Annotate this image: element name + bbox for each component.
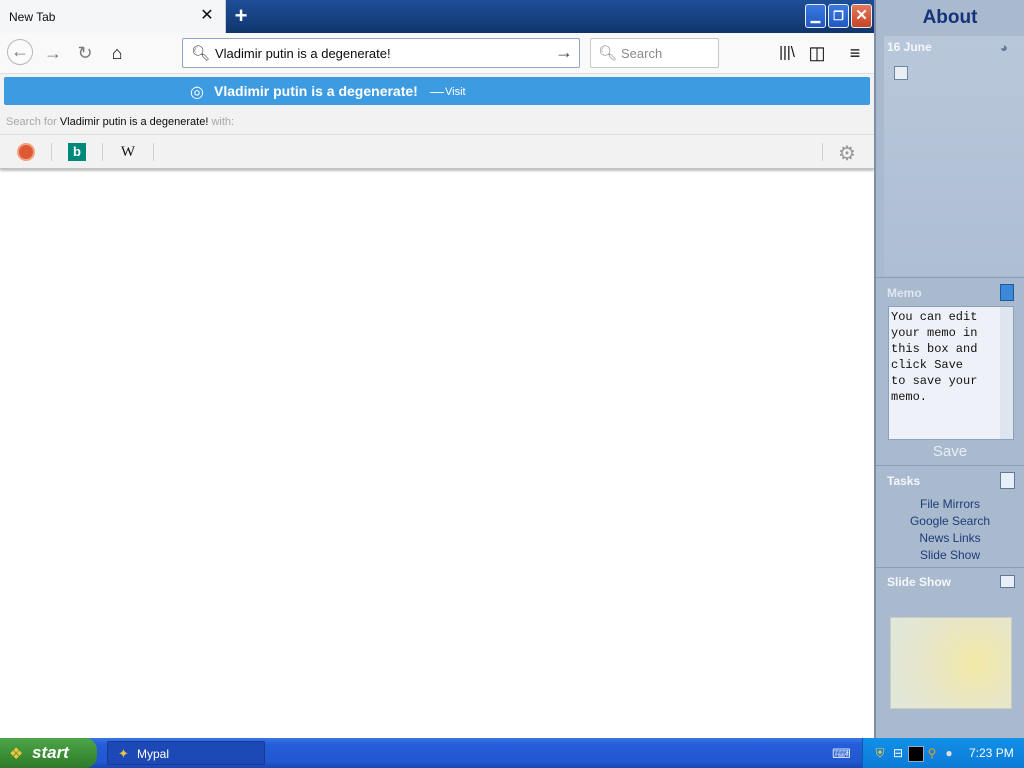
maximize-button[interactable]: ❐ [828,4,849,28]
system-tray: ⛨ ⊟ ⚲ ● 7:23 PM [862,738,1024,768]
suggestion-text: Vladimir putin is a degenerate! [214,83,418,99]
keyboard-icon[interactable]: ⌨ [832,746,851,762]
go-arrow-icon[interactable]: → [555,42,573,63]
memo-scrollbar[interactable] [1000,307,1013,439]
reload-button[interactable]: ↻ [73,41,97,65]
tab-close-icon[interactable]: ✕ [199,8,215,24]
task-link-news-links[interactable]: News Links [876,531,1024,545]
search-icon: 🔍︎ [598,45,618,62]
task-link-google-search[interactable]: Google Search [876,514,1024,528]
magnifier-icon[interactable]: ⚲ [925,746,939,760]
library-button[interactable]: |||\ [775,41,799,65]
back-button[interactable]: ← [7,39,33,65]
title-bar: New Tab ✕ + ▁ ❐ ✕ [0,0,874,33]
gear-icon[interactable]: ⚙ [838,141,856,166]
search-for-prefix: Search for [6,116,57,128]
divider [102,143,103,161]
divider [876,465,1024,466]
close-window-button[interactable]: ✕ [851,4,872,28]
navigation-toolbar: ← → ↻ ⌂ 🔍︎ Vladimir putin is a degenerat… [0,33,874,74]
suggestion-action: Visit [445,86,466,98]
memo-save-button[interactable]: Save [876,443,1024,460]
tab-new-tab[interactable]: New Tab ✕ [0,0,226,33]
tab-title: New Tab [9,10,56,24]
forward-button[interactable]: → [41,41,65,65]
bing-icon[interactable]: b [68,143,86,161]
suggestion-dash: — [430,83,444,99]
sidebar-title[interactable]: About [876,0,1024,36]
calendar-date: 16 June [887,40,932,54]
globe-icon[interactable]: ◕ [1000,40,1008,55]
divider [876,277,1024,278]
task-link-slide-show[interactable]: Slide Show [876,548,1024,562]
tasks-icon[interactable] [1000,472,1015,489]
desktop-sidebar: About 16 June ◕ Memo You can edit your m… [874,0,1024,738]
start-label: start [32,743,69,762]
url-bar[interactable]: 🔍︎ Vladimir putin is a degenerate! → [182,38,580,68]
start-button[interactable]: ❖ start [0,738,97,768]
divider [876,567,1024,568]
taskbar: ❖ start ✦ Mypal ⌨ ⛨ ⊟ ⚲ ● 7:23 PM [0,738,1024,768]
minimize-button[interactable]: ▁ [805,4,826,28]
console-icon[interactable] [908,746,924,762]
wikipedia-icon[interactable]: W [119,143,137,161]
search-placeholder: Search [621,46,663,61]
menu-button[interactable]: ≡ [843,41,867,65]
search-icon: 🔍︎ [191,45,211,62]
url-suggestion-popup: ◎ Vladimir putin is a degenerate! — Visi… [0,74,874,169]
divider [153,143,154,161]
calendar-panel: 16 June ◕ [884,36,1024,276]
search-for-term: Vladimir putin is a degenerate! [59,116,209,128]
search-engine-bar: b W ⚙ [0,134,874,169]
volume-icon[interactable]: ● [942,746,956,760]
slideshow-title: Slide Show [887,575,952,589]
globe-icon: ◎ [190,84,204,101]
network-icon[interactable]: ⊟ [891,746,905,760]
memo-textarea[interactable]: You can edit your memo in this box and c… [888,306,1014,440]
new-tab-button[interactable]: + [231,5,251,27]
tasks-title: Tasks [887,474,921,488]
image-placeholder-icon [894,66,908,80]
divider [51,143,52,161]
search-for-suffix: with: [211,116,235,128]
suggestion-row[interactable]: ◎ Vladimir putin is a degenerate! — Visi… [4,77,870,105]
taskbar-window-button[interactable]: ✦ Mypal [107,741,265,765]
window-button-label: Mypal [137,747,170,761]
memo-title: Memo [887,286,922,300]
task-link-file-mirrors[interactable]: File Mirrors [876,497,1024,511]
notepad-icon[interactable] [1000,284,1014,301]
home-button[interactable]: ⌂ [105,41,129,65]
duckduckgo-icon[interactable] [17,143,35,161]
divider [822,143,823,161]
mypal-app-icon: ✦ [118,746,129,761]
search-box[interactable]: 🔍︎ Search [590,38,719,68]
shield-icon[interactable]: ⛨ [873,746,887,760]
windows-logo-icon: ❖ [9,746,24,763]
monitor-icon[interactable] [1000,575,1015,588]
slideshow-image[interactable] [890,617,1012,709]
url-input[interactable]: Vladimir putin is a degenerate! [215,46,391,61]
sidebar-toggle-button[interactable]: ◫ [805,41,829,65]
search-for-line: Search for Vladimir putin is a degenerat… [6,116,234,128]
clock[interactable]: 7:23 PM [969,746,1014,760]
